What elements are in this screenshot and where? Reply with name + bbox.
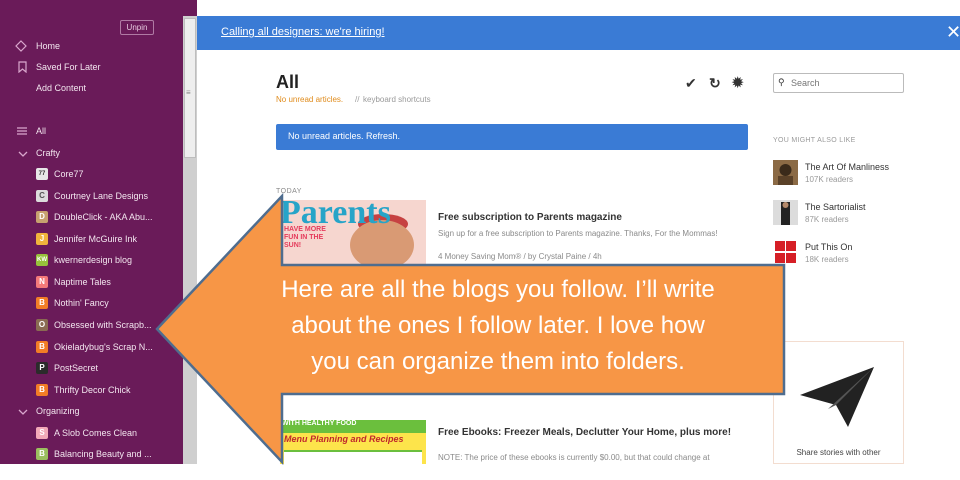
sidebar-feed-thrifty-decor-chick[interactable]: B Thrifty Decor Chick bbox=[0, 380, 183, 400]
article-meta: 4 Money Saving Mom® / by Crystal Paine /… bbox=[438, 252, 602, 261]
scroll-grip-icon: ≡ bbox=[186, 88, 191, 97]
feed-label: DoubleClick - AKA Abu... bbox=[54, 212, 153, 222]
refresh-icon[interactable]: ↻ bbox=[709, 75, 721, 92]
bookmark-icon bbox=[18, 61, 27, 73]
sidebar-feed-postsecret[interactable]: P PostSecret bbox=[0, 358, 183, 378]
naptime-tales-icon: N bbox=[36, 276, 48, 288]
feed-label: Core77 bbox=[54, 169, 84, 179]
alert-text: No unread articles. Refresh. bbox=[288, 131, 401, 141]
blogger-icon: B bbox=[36, 297, 48, 309]
blogger-icon: B bbox=[36, 341, 48, 353]
search-icon: ⚲ bbox=[778, 77, 785, 87]
suggestion-readers: 18K readers bbox=[805, 255, 849, 264]
sidebar-feed-naptime-tales[interactable]: N Naptime Tales bbox=[0, 272, 183, 292]
feed-label: Naptime Tales bbox=[54, 277, 111, 287]
list-icon bbox=[17, 127, 27, 135]
callout-line: you can organize them into folders. bbox=[311, 348, 685, 375]
sidebar-feed-courtney-lane[interactable]: C Courtney Lane Designs bbox=[0, 186, 183, 206]
home-icon bbox=[15, 40, 27, 52]
suggestion-readers: 107K readers bbox=[805, 175, 854, 184]
feed-label: PostSecret bbox=[54, 363, 99, 373]
feed-label: Courtney Lane Designs bbox=[54, 191, 149, 201]
sidebar-feed-kwernerdesign[interactable]: KW kwernerdesign blog bbox=[0, 250, 183, 270]
callout-line: Here are all the blogs you follow. I’ll … bbox=[281, 276, 715, 303]
sidebar-folder-crafty[interactable]: Crafty bbox=[0, 143, 183, 163]
sidebar-feed-core77[interactable]: 77 Core77 bbox=[0, 164, 183, 184]
folder-label: Organizing bbox=[36, 406, 80, 416]
callout-line: about the ones I follow later. I love ho… bbox=[291, 312, 705, 339]
search-input[interactable] bbox=[791, 75, 899, 90]
keyboard-shortcuts-link[interactable]: keyboard shortcuts bbox=[363, 95, 431, 104]
feed-label: kwernerdesign blog bbox=[54, 255, 133, 265]
doubleclick-icon: D bbox=[36, 211, 48, 223]
page-title: All bbox=[276, 72, 300, 92]
feed-label: Balancing Beauty and ... bbox=[54, 449, 152, 459]
sartorialist-icon[interactable] bbox=[773, 200, 798, 225]
balancing-beauty-icon: B bbox=[36, 448, 48, 460]
feed-label: Jennifer McGuire Ink bbox=[54, 234, 138, 244]
article-description: Sign up for a free subscription to Paren… bbox=[438, 229, 718, 238]
feed-label: Nothin' Fancy bbox=[54, 298, 109, 308]
courtney-lane-icon: C bbox=[36, 190, 48, 202]
chevron-down-icon[interactable] bbox=[17, 406, 29, 418]
paper-plane-icon bbox=[800, 367, 874, 427]
sidebar-item-all[interactable]: All bbox=[0, 121, 183, 141]
close-icon[interactable]: ✕ bbox=[946, 22, 960, 43]
unpin-button[interactable]: Unpin bbox=[120, 20, 154, 35]
sidebar-feed-a-slob-comes-clean[interactable]: S A Slob Comes Clean bbox=[0, 423, 183, 443]
sidebar-item-saved-for-later[interactable]: Saved For Later bbox=[0, 57, 183, 77]
gear-icon[interactable]: ✹ bbox=[731, 73, 744, 93]
share-stories-text: Share stories with other bbox=[796, 448, 881, 457]
suggestion-name[interactable]: The Sartorialist bbox=[805, 202, 866, 212]
suggestions-heading: YOU MIGHT ALSO LIKE bbox=[773, 137, 856, 144]
sidebar-feed-okieladybug[interactable]: B Okieladybug's Scrap N... bbox=[0, 337, 183, 357]
postsecret-icon: P bbox=[36, 362, 48, 374]
sidebar-feed-doubleclick[interactable]: D DoubleClick - AKA Abu... bbox=[0, 207, 183, 227]
suggestion-readers: 87K readers bbox=[805, 215, 849, 224]
sidebar-feed-nothin-fancy[interactable]: B Nothin' Fancy bbox=[0, 293, 183, 313]
slob-comes-clean-icon: S bbox=[36, 427, 48, 439]
feed-label: Okieladybug's Scrap N... bbox=[54, 342, 153, 352]
sidebar-item-label: Saved For Later bbox=[36, 62, 101, 72]
thumbnail-header-text: WITH HEALTHY FOOD bbox=[282, 420, 357, 427]
unread-status: No unread articles. bbox=[276, 95, 344, 104]
thumbnail-cover-text: HAVE MORE FUN IN THE SUN! bbox=[284, 226, 326, 249]
suggestion-name[interactable]: The Art Of Manliness bbox=[805, 162, 889, 172]
sidebar-item-home[interactable]: Home bbox=[0, 36, 183, 56]
sidebar-feed-balancing-beauty[interactable]: B Balancing Beauty and ... bbox=[0, 444, 183, 464]
section-heading-today: TODAY bbox=[276, 188, 302, 195]
art-of-manliness-icon[interactable] bbox=[773, 160, 798, 185]
jennifer-mcguire-icon: J bbox=[36, 233, 48, 245]
callout-text: Here are all the blogs you follow. I’ll … bbox=[214, 272, 782, 380]
sidebar-feed-jennifer-mcguire[interactable]: J Jennifer McGuire Ink bbox=[0, 229, 183, 249]
put-this-on-icon[interactable] bbox=[773, 240, 798, 265]
suggestion-name[interactable]: Put This On bbox=[805, 242, 852, 252]
feed-label: Thrifty Decor Chick bbox=[54, 385, 131, 395]
subtitle-separator: // bbox=[355, 95, 360, 104]
sidebar-item-label: Add Content bbox=[36, 83, 87, 93]
article-title[interactable]: Free subscription to Parents magazine bbox=[438, 212, 622, 223]
article-thumbnail[interactable]: Parents HAVE MORE FUN IN THE SUN! bbox=[280, 200, 426, 270]
sidebar-item-label: Home bbox=[36, 41, 61, 51]
blogger-icon: B bbox=[36, 384, 48, 396]
hiring-link[interactable]: Calling all designers: we're hiring! bbox=[221, 26, 385, 38]
core77-icon: 77 bbox=[36, 168, 48, 180]
obsessed-scrapbooking-icon: O bbox=[36, 319, 48, 331]
kwernerdesign-icon: KW bbox=[36, 254, 48, 266]
sidebar-feed-obsessed-with-scrapbooking[interactable]: O Obsessed with Scrapb... bbox=[0, 315, 183, 335]
thumbnail-cover-text: Menu Planning and Recipes bbox=[284, 434, 404, 444]
article-title[interactable]: Free Ebooks: Freezer Meals, Declutter Yo… bbox=[438, 426, 738, 439]
sidebar-item-add-content[interactable]: Add Content bbox=[0, 78, 183, 98]
mark-read-icon[interactable]: ✔ bbox=[685, 75, 697, 92]
feed-label: A Slob Comes Clean bbox=[54, 428, 138, 438]
feed-label: Obsessed with Scrapb... bbox=[54, 320, 152, 330]
sidebar-item-label: All bbox=[36, 126, 47, 136]
chevron-down-icon[interactable] bbox=[17, 148, 29, 160]
sidebar-folder-organizing[interactable]: Organizing bbox=[0, 401, 183, 421]
folder-label: Crafty bbox=[36, 148, 61, 158]
article-description: NOTE: The price of these ebooks is curre… bbox=[438, 453, 710, 462]
